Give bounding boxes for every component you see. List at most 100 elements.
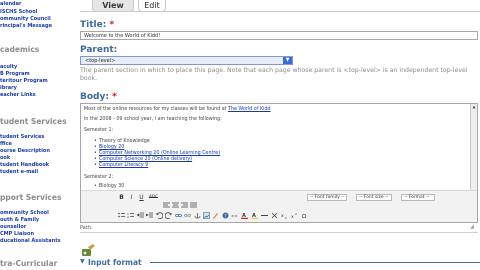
tab-view[interactable]: View bbox=[92, 0, 134, 12]
align-center-icon[interactable] bbox=[172, 194, 179, 208]
editor-toolbar: B I U ABC -- Font family -- -- Font size… bbox=[81, 190, 477, 222]
html-source-icon[interactable]: <> bbox=[231, 204, 238, 219]
paste-icon[interactable] bbox=[137, 215, 144, 222]
undo-icon[interactable] bbox=[156, 204, 164, 220]
sidebar-link-school[interactable]: ISCHS School bbox=[0, 9, 37, 15]
strikethrough-button[interactable]: ABC bbox=[148, 194, 159, 201]
svg-text:x: x bbox=[291, 215, 294, 219]
font-family-select[interactable]: -- Font family -- bbox=[307, 194, 347, 201]
parent-select-value: <top-level> bbox=[85, 58, 116, 64]
sidebar-link-student-services[interactable]: tudent Services bbox=[0, 134, 44, 140]
list-item[interactable]: Computer Literacy 9 bbox=[94, 163, 148, 168]
input-format-toggle-icon[interactable]: ▼ bbox=[80, 258, 85, 265]
indent-icon[interactable] bbox=[145, 204, 153, 218]
main-content: View Edit Title: * Welcome to the World … bbox=[80, 0, 480, 270]
sidebar-link-ib-program[interactable]: B Program bbox=[0, 71, 30, 77]
sidebar-link-community-council[interactable]: ommunity Council bbox=[0, 16, 51, 22]
tab-bar: View Edit bbox=[80, 0, 480, 12]
sidebar-link-educational-assistants[interactable]: ducational Assistants bbox=[0, 238, 61, 244]
superscript-icon[interactable]: x2 bbox=[291, 204, 298, 220]
sidebar-link-faculty[interactable]: aculty bbox=[0, 64, 17, 70]
body-semester-1: Semester 1: bbox=[84, 128, 114, 133]
svg-text:2: 2 bbox=[285, 216, 287, 219]
title-input-value: Welcome to the World of Kidd! bbox=[84, 33, 161, 39]
list-item: Theory of Knowledge bbox=[94, 139, 150, 144]
help-icon[interactable]: ? bbox=[222, 204, 229, 220]
parent-description: The parent section in which to place thi… bbox=[80, 67, 468, 82]
list-item[interactable]: Biology 20 bbox=[94, 145, 124, 150]
sidebar-heading-extra-curricular: tra-Curricular bbox=[0, 259, 58, 268]
numbered-list-icon[interactable]: 12 bbox=[127, 204, 134, 219]
text-color-icon[interactable]: A bbox=[241, 204, 248, 219]
sidebar-link-program[interactable]: teritour Program bbox=[0, 78, 48, 84]
background-color-icon[interactable]: A bbox=[251, 204, 258, 219]
sidebar-link-library[interactable]: ibrary bbox=[0, 85, 17, 91]
image-icon[interactable] bbox=[203, 204, 210, 219]
divider bbox=[80, 232, 478, 233]
scroll-up-icon[interactable]: ▲ bbox=[471, 104, 477, 110]
copy-icon[interactable] bbox=[127, 215, 134, 222]
body-year-line: In the 2008 - 09 school year, I am teach… bbox=[84, 117, 222, 122]
remove-format-icon[interactable] bbox=[271, 204, 278, 219]
svg-text:Ω: Ω bbox=[302, 214, 306, 219]
sidebar-link-cmp-liaison[interactable]: CMP Liaison bbox=[0, 231, 34, 237]
title-input[interactable]: Welcome to the World of Kidd! bbox=[80, 31, 478, 40]
unlink-icon[interactable] bbox=[184, 204, 191, 217]
outdent-icon[interactable] bbox=[136, 204, 144, 218]
sidebar-heading-student-services: tudent Services bbox=[0, 117, 67, 126]
link-world-of-kidd[interactable]: The World of Kidd bbox=[228, 107, 270, 112]
rich-text-toggle-icon[interactable] bbox=[82, 242, 95, 256]
body-intro: Most of the online resources for my clas… bbox=[84, 107, 271, 112]
cut-icon[interactable] bbox=[118, 215, 125, 222]
sidebar-link-teacher-links[interactable]: eacher Links bbox=[0, 92, 36, 98]
sidebar-link-book[interactable]: ook bbox=[0, 155, 10, 161]
sidebar-link-community-school[interactable]: ommunity School bbox=[0, 210, 49, 216]
sidebar-link-principals-message[interactable]: rincipal's Message bbox=[0, 23, 52, 29]
list-item[interactable]: Computer Science 20 (Online delivery) bbox=[94, 157, 192, 162]
link-icon[interactable] bbox=[175, 204, 182, 217]
bold-button[interactable]: B bbox=[118, 194, 125, 201]
chevron-down-icon: ▼ bbox=[283, 57, 292, 64]
list-item: Biology 30 bbox=[94, 184, 124, 189]
body-semester-2: Semester 2: bbox=[84, 175, 114, 180]
sidebar-link-office[interactable]: ffice bbox=[0, 141, 12, 147]
anchor-icon[interactable] bbox=[194, 204, 201, 219]
required-marker: * bbox=[109, 20, 115, 30]
sidebar: alendar ISCHS School ommunity Council ri… bbox=[0, 0, 74, 270]
cleanup-icon[interactable] bbox=[212, 204, 219, 219]
format-select[interactable]: -- Format -- bbox=[401, 194, 435, 201]
special-char-icon[interactable]: Ω bbox=[301, 204, 308, 220]
sidebar-link-student-email[interactable]: tudent e-mail bbox=[0, 169, 38, 175]
bullet-list-icon[interactable] bbox=[118, 204, 125, 218]
svg-text:x: x bbox=[281, 214, 284, 219]
required-marker: * bbox=[112, 92, 117, 102]
font-size-select[interactable]: -- Font size -- bbox=[356, 194, 392, 201]
resize-grip-icon[interactable]: ◢ bbox=[470, 224, 478, 230]
redo-icon[interactable] bbox=[164, 204, 172, 220]
list-item[interactable]: Computer Networking 20 (Online Learning … bbox=[94, 151, 220, 156]
table-icon[interactable] bbox=[147, 215, 154, 222]
body-editor[interactable]: Most of the online resources for my clas… bbox=[80, 103, 478, 223]
justify-icon[interactable] bbox=[190, 194, 197, 208]
fullscreen-icon[interactable] bbox=[157, 215, 164, 222]
parent-select[interactable]: <top-level> ▼ bbox=[80, 56, 293, 65]
title-label: Title: * bbox=[80, 20, 115, 30]
parent-label: Parent: bbox=[80, 45, 118, 55]
tab-edit[interactable]: Edit bbox=[138, 0, 166, 12]
sidebar-link-calendar[interactable]: alendar bbox=[0, 1, 21, 7]
input-format-label[interactable]: Input format bbox=[88, 258, 142, 267]
italic-button[interactable]: I bbox=[128, 194, 135, 201]
body-label: Body: * bbox=[80, 92, 117, 102]
editor-path: Path: bbox=[80, 225, 93, 231]
subscript-icon[interactable]: x2 bbox=[281, 204, 288, 220]
align-left-icon[interactable] bbox=[163, 194, 170, 208]
input-format-rule bbox=[150, 262, 480, 263]
align-right-icon[interactable] bbox=[181, 194, 188, 208]
sidebar-link-counsellor[interactable]: ounsellor bbox=[0, 224, 26, 230]
underline-button[interactable]: U bbox=[138, 194, 145, 201]
horizontal-rule-icon[interactable] bbox=[261, 204, 268, 216]
sidebar-heading-academics: cademics bbox=[0, 45, 40, 54]
sidebar-link-youth-family[interactable]: outh & Family bbox=[0, 217, 39, 223]
sidebar-link-student-handbook[interactable]: tudent Handbook bbox=[0, 162, 49, 168]
sidebar-link-course-description[interactable]: ourse Description bbox=[0, 148, 50, 154]
